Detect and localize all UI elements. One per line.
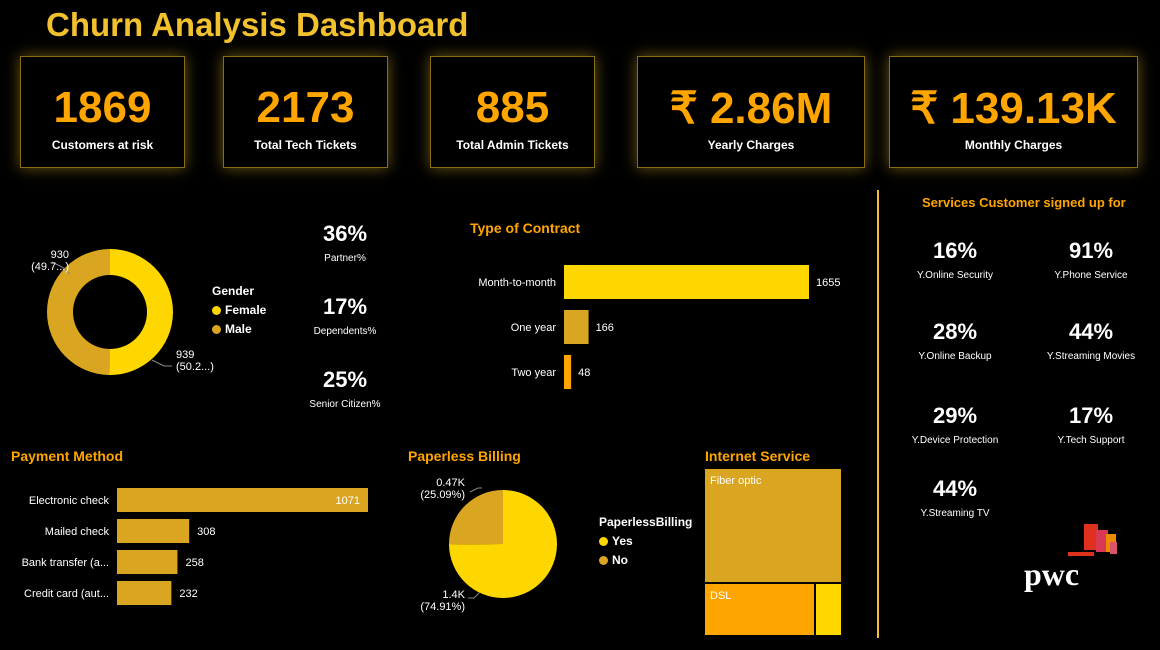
- section-divider: [877, 190, 879, 638]
- data-label: 166: [596, 322, 614, 334]
- female-swatch-icon: [212, 306, 221, 316]
- contract-bar-chart[interactable]: Month-to-month 1655 One year 166 Two year 48: [440, 255, 860, 395]
- service-value: 44%: [1068, 319, 1114, 344]
- kpi-label: Monthly Charges: [964, 138, 1063, 152]
- kpi-card-monthly-charges[interactable]: ₹ 139.13K Monthly Charges: [889, 56, 1138, 168]
- kpi-label: Total Admin Tickets: [456, 138, 569, 152]
- treemap-tile-dsl[interactable]: DSL: [704, 583, 815, 636]
- service-label: Y.Streaming Movies: [1046, 351, 1136, 362]
- service-label: Y.Phone Service: [1054, 270, 1128, 281]
- legend-item-male[interactable]: Male: [212, 322, 266, 336]
- paperless-legend: PaperlessBilling Yes No: [599, 515, 692, 567]
- services-title: Services Customer signed up for: [922, 195, 1126, 210]
- gender-legend: Gender Female Male: [212, 284, 266, 336]
- service-label: Y.Online Security: [917, 270, 993, 281]
- service-value: 28%: [932, 319, 978, 344]
- treemap-label: Fiber optic: [710, 475, 762, 487]
- data-label: 48: [578, 367, 590, 379]
- internet-treemap[interactable]: Fiber optic DSL: [704, 468, 842, 636]
- yes-leader-line: [468, 591, 481, 599]
- pwc-logo: pwc: [1020, 520, 1120, 600]
- category-label: Electronic check: [29, 495, 110, 507]
- dependents-pct-value: 17%: [322, 294, 368, 319]
- senior-pct-value: 25%: [322, 367, 368, 392]
- kpi-value: ₹ 139.13K: [910, 84, 1117, 133]
- service-value: 17%: [1068, 403, 1114, 428]
- treemap-tile-fiber-optic[interactable]: Fiber optic: [704, 468, 842, 583]
- service-value: 16%: [932, 238, 978, 263]
- legend-item-yes[interactable]: Yes: [599, 534, 692, 548]
- paperless-yes-data-label: 1.4K (74.91%): [420, 589, 465, 613]
- pwc-logo-text: pwc: [1024, 556, 1080, 592]
- kpi-label: Total Tech Tickets: [254, 138, 357, 152]
- service-label: Y.Online Backup: [918, 351, 992, 362]
- contract-bar[interactable]: [564, 310, 589, 344]
- kpi-card-admin-tickets[interactable]: 885 Total Admin Tickets: [430, 56, 595, 168]
- category-label: Credit card (aut...: [24, 588, 109, 600]
- service-label: Y.Tech Support: [1057, 435, 1125, 446]
- data-label: 232: [179, 588, 197, 600]
- dependents-pct-label: Dependents%: [313, 326, 377, 337]
- treemap-label: DSL: [710, 590, 732, 602]
- payment-bar-chart[interactable]: Electronic check 1071 Mailed check 308 Bank …: [0, 480, 400, 615]
- female-leader-line: [151, 359, 172, 367]
- legend-title: Gender: [212, 284, 255, 298]
- category-label: One year: [511, 322, 557, 334]
- contract-chart-title: Type of Contract: [470, 220, 581, 236]
- kpi-value: 885: [475, 83, 550, 132]
- kpi-value: 2173: [256, 83, 355, 132]
- no-leader-line: [469, 487, 482, 493]
- data-label: 308: [197, 526, 215, 538]
- service-value: 44%: [932, 476, 978, 501]
- category-label: Bank transfer (a...: [22, 557, 109, 569]
- data-label: 1071: [336, 495, 360, 507]
- female-data-label: 939 (50.2...): [176, 349, 214, 373]
- kpi-label: Customers at risk: [51, 138, 154, 152]
- kpi-card-yearly-charges[interactable]: ₹ 2.86M Yearly Charges: [637, 56, 865, 168]
- legend-title: PaperlessBilling: [599, 515, 693, 529]
- category-label: Two year: [511, 367, 556, 379]
- kpi-label: Yearly Charges: [707, 138, 795, 152]
- dashboard-title: Churn Analysis Dashboard: [46, 6, 469, 43]
- contract-bar[interactable]: [564, 355, 572, 389]
- internet-chart-title: Internet Service: [705, 448, 811, 464]
- kpi-card-customers-at-risk[interactable]: 1869 Customers at risk: [20, 56, 185, 168]
- male-data-label: 930 (49.7...): [31, 249, 69, 273]
- legend-item-female[interactable]: Female: [212, 303, 266, 317]
- category-label: Month-to-month: [478, 277, 556, 289]
- kpi-value: ₹ 2.86M: [669, 84, 833, 133]
- partner-pct-value: 36%: [322, 221, 368, 246]
- data-label: 1655: [816, 277, 840, 289]
- service-label: Y.Device Protection: [911, 435, 999, 446]
- service-label: Y.Streaming TV: [920, 508, 990, 519]
- payment-bar[interactable]: [117, 519, 190, 543]
- partner-pct-label: Partner%: [324, 253, 366, 264]
- payment-chart-title: Payment Method: [11, 448, 124, 464]
- paperless-chart-title: Paperless Billing: [408, 448, 521, 464]
- category-label: Mailed check: [45, 526, 110, 538]
- yes-swatch-icon: [599, 537, 608, 547]
- treemap-tile-no-internet[interactable]: [815, 583, 842, 636]
- payment-bar[interactable]: [117, 550, 178, 574]
- legend-item-no[interactable]: No: [599, 553, 692, 567]
- service-value: 29%: [932, 403, 978, 428]
- payment-bar[interactable]: [117, 581, 172, 605]
- paperless-no-data-label: 0.47K (25.09%): [420, 477, 465, 501]
- no-swatch-icon: [599, 556, 608, 566]
- male-swatch-icon: [212, 325, 221, 335]
- payment-bar[interactable]: [117, 488, 368, 512]
- contract-bar[interactable]: [564, 265, 809, 299]
- kpi-value: 1869: [53, 83, 152, 132]
- senior-pct-label: Senior Citizen%: [309, 399, 381, 410]
- kpi-card-tech-tickets[interactable]: 2173 Total Tech Tickets: [223, 56, 388, 168]
- data-label: 258: [185, 557, 203, 569]
- donut-hole: [73, 275, 147, 349]
- service-value: 91%: [1068, 238, 1114, 263]
